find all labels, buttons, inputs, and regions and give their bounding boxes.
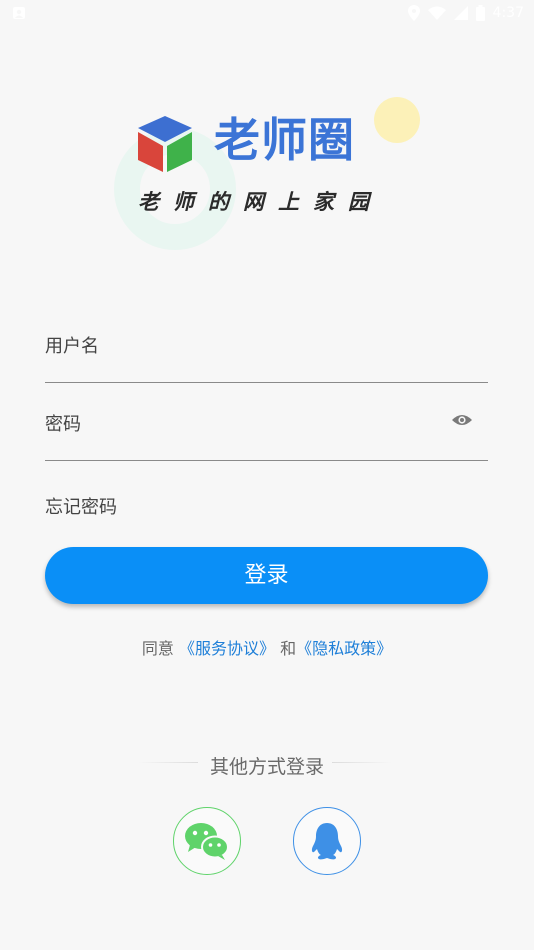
other-login-divider: 其他方式登录 — [0, 752, 534, 778]
qq-icon — [311, 823, 343, 860]
password-field[interactable]: 密码 — [45, 408, 488, 462]
agreement-prefix: 同意 — [141, 639, 179, 658]
eye-icon[interactable] — [452, 412, 472, 428]
qq-login-button[interactable] — [293, 807, 361, 875]
status-time: 4:37 — [492, 5, 524, 21]
logo-cube-icon — [138, 116, 192, 172]
signal-icon — [453, 6, 468, 20]
agreement-middle: 和 — [275, 639, 297, 658]
wifi-icon — [427, 6, 446, 20]
brand-slogan: 老师的网上家园 — [138, 189, 383, 214]
location-icon — [407, 5, 420, 21]
privacy-policy-link[interactable]: 《隐私政策》 — [296, 639, 392, 658]
username-placeholder: 用户名 — [45, 336, 99, 357]
status-bar: 4:37 — [0, 0, 534, 28]
username-underline — [45, 382, 488, 383]
notification-icon — [13, 7, 25, 19]
login-button[interactable]: 登录 — [45, 547, 488, 604]
username-field[interactable]: 用户名 — [45, 330, 488, 384]
password-underline — [45, 460, 488, 461]
agreement-text: 同意 《服务协议》 和《隐私政策》 — [0, 635, 534, 659]
wechat-icon — [185, 823, 229, 860]
brand-title: 老师圈 — [214, 113, 355, 167]
service-agreement-link[interactable]: 《服务协议》 — [179, 639, 275, 658]
divider-line-right — [332, 762, 392, 763]
wechat-login-button[interactable] — [173, 807, 241, 875]
password-placeholder: 密码 — [45, 414, 81, 435]
brand-header: 老师圈 老师的网上家园 — [0, 90, 534, 270]
other-login-title: 其他方式登录 — [209, 756, 324, 778]
battery-icon — [475, 5, 485, 21]
decorative-dot — [374, 97, 420, 143]
forgot-password-link[interactable]: 忘记密码 — [45, 493, 117, 519]
